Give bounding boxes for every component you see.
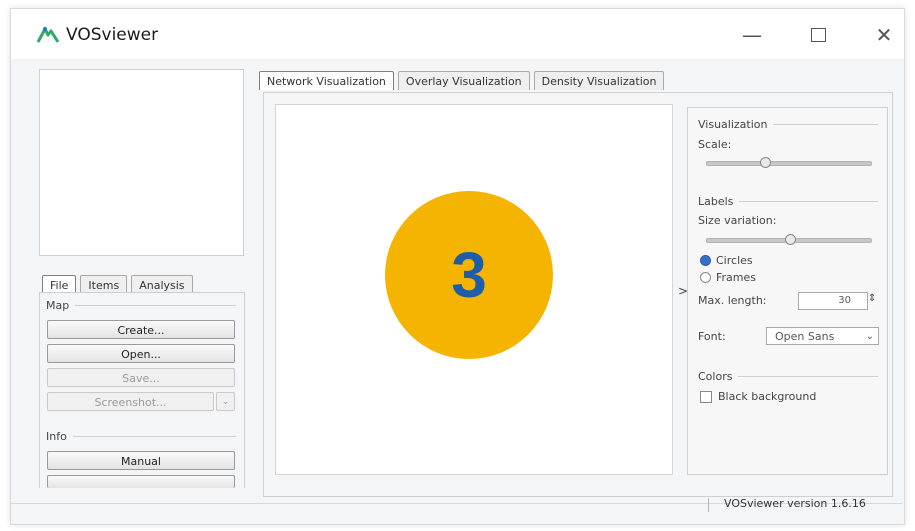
visualization-group-title: Visualization (698, 118, 768, 131)
save-button[interactable]: Save... (47, 368, 235, 387)
labels-group-title: Labels (698, 195, 734, 208)
radio-unselected-icon (700, 272, 711, 283)
scale-slider[interactable] (706, 157, 872, 168)
partial-button[interactable] (47, 475, 235, 488)
close-button[interactable]: ✕ (862, 19, 906, 51)
scale-slider-thumb[interactable] (760, 157, 772, 168)
manual-button[interactable]: Manual (47, 451, 235, 470)
create-button[interactable]: Create... (47, 320, 235, 339)
tab-network-visualization[interactable]: Network Visualization (259, 71, 394, 90)
step-number-badge: 3 (385, 191, 553, 359)
size-variation-slider-thumb[interactable] (785, 234, 796, 245)
labels-group-label: Labels (698, 195, 878, 208)
frames-label: Frames (716, 271, 757, 284)
visualization-tab-bar: Network Visualization Overlay Visualizat… (259, 71, 665, 90)
black-background-checkbox[interactable]: Black background (700, 390, 816, 403)
checkbox-icon (700, 390, 712, 403)
tab-overlay-visualization[interactable]: Overlay Visualization (397, 71, 530, 90)
max-length-label: Max. length: (698, 294, 767, 307)
font-select[interactable]: Open Sans ⌄ (766, 327, 879, 345)
status-separator (708, 498, 709, 512)
colors-group-title: Colors (698, 370, 733, 383)
overview-panel (39, 69, 244, 256)
radio-selected-icon (700, 255, 711, 266)
black-background-label: Black background (718, 390, 817, 403)
maximize-icon (810, 28, 826, 42)
screenshot-button[interactable]: Screenshot... (47, 392, 214, 411)
options-panel: Visualization Scale: Labels Size variati… (687, 107, 888, 475)
open-button[interactable]: Open... (47, 344, 235, 363)
font-label: Font: (698, 330, 726, 343)
version-label: VOSviewer version 1.6.16 (724, 497, 866, 510)
step-number: 3 (451, 239, 487, 311)
vosviewer-logo-icon (37, 27, 59, 43)
max-length-input[interactable]: 30 (798, 292, 868, 310)
app-window: VOSviewer — ✕ File Items Analysis Map Cr… (10, 8, 905, 525)
window-title: VOSviewer (66, 25, 159, 45)
visualization-group-label: Visualization (698, 118, 878, 131)
spinner-icon[interactable]: ⇕ (868, 293, 876, 304)
map-group-title: Map (46, 299, 70, 312)
maximize-button[interactable] (796, 19, 840, 51)
size-variation-label: Size variation: (698, 214, 777, 227)
map-group-label: Map (46, 299, 236, 312)
circles-label: Circles (716, 254, 753, 267)
colors-group-label: Colors (698, 370, 878, 383)
frames-radio[interactable]: Frames (700, 271, 756, 284)
screenshot-dropdown-button[interactable]: ⌄ (216, 392, 235, 411)
close-icon: ✕ (875, 23, 893, 47)
circles-radio[interactable]: Circles (700, 254, 753, 267)
file-tab-panel: Map Create... Open... Save... Screenshot… (39, 292, 245, 488)
minimize-icon: — (742, 23, 762, 47)
title-bar: VOSviewer — ✕ (11, 9, 904, 59)
chevron-down-icon: ⌄ (865, 331, 874, 342)
info-group-label: Info (46, 430, 236, 443)
size-variation-slider[interactable] (706, 234, 872, 245)
chevron-down-icon: ⌄ (221, 397, 230, 407)
info-group-title: Info (46, 430, 67, 443)
tab-density-visualization[interactable]: Density Visualization (533, 71, 665, 90)
max-length-value: 30 (838, 295, 851, 306)
scale-label: Scale: (698, 138, 732, 151)
minimize-button[interactable]: — (730, 19, 774, 51)
font-select-value: Open Sans (775, 330, 835, 343)
